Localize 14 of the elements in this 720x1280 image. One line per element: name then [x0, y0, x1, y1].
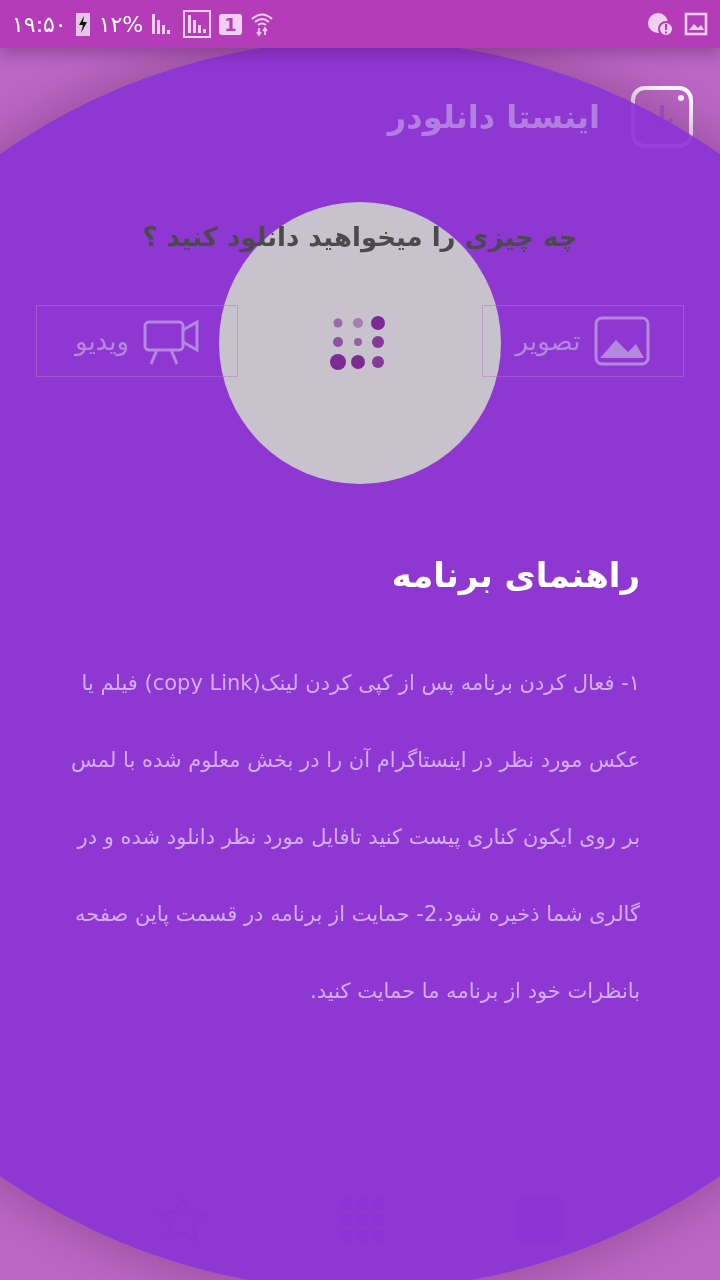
- app-title: اینستا دانلودر: [387, 97, 600, 136]
- battery-percent: ۱۲%: [98, 11, 144, 37]
- media-type-button[interactable]: تصویر: [482, 305, 684, 377]
- wifi-icon: [249, 11, 274, 37]
- guide-title: راهنمای برنامه: [390, 555, 640, 595]
- media-type-button[interactable]: ویدیو: [36, 305, 238, 377]
- signal-icon: [183, 10, 212, 38]
- battery-charging-icon: [74, 11, 91, 37]
- image-icon: [684, 12, 708, 36]
- clock-time: ۱۹:۵۰: [12, 11, 67, 37]
- sim-card-label: 1: [219, 13, 242, 35]
- video-camera-icon: [143, 316, 200, 366]
- guide-text: ۱- فعال کردن برنامه پس از کپی کردن لینک(copy Link) فیلم یا عکس مورد نظر در اینستاگرام آن را در بخش معلوم شده با لمس بر روی ایکون کناری پیست کنید تافایل مورد نظر دانلود شده و در گالری شما ذخیره شود.2- حمایت از برنامه در قسمت پاین صفحه بانظرات خود از برنامه ما حمایت کنید.: [70, 670, 640, 1005]
- image-icon: [594, 316, 651, 366]
